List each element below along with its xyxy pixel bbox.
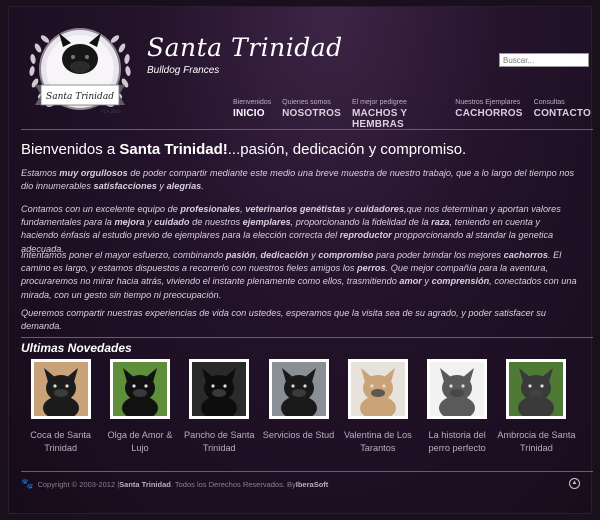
novedad-caption[interactable]: Pancho de Santa Trinidad — [180, 429, 259, 454]
bulldog-photo — [192, 362, 247, 416]
novedad-thumbnail[interactable] — [427, 359, 488, 419]
novedad-caption[interactable]: Servicios de Stud — [259, 429, 338, 442]
bulldog-photo — [350, 362, 405, 416]
bulldog-photo — [271, 362, 326, 416]
nav-item-contacto[interactable]: Consultas CONTACTO — [534, 99, 591, 130]
novedad-item[interactable]: La historia del perro perfecto — [417, 359, 496, 454]
nav-item-machos-y-hembras[interactable]: El mejor pedigree MACHOS Y HEMBRAS — [352, 99, 444, 130]
page-container: Santa Trinidad FCA 2003 Santa Trinidad B… — [8, 6, 593, 514]
novedad-item[interactable]: Ambrocia de Santa Trinidad — [497, 359, 576, 454]
nav-item-label: MACHOS Y HEMBRAS — [351, 108, 408, 130]
welcome-suffix: ...pasión, dedicación y compromiso. — [227, 141, 467, 158]
novedades-title: Ultimas Novedades — [21, 341, 132, 355]
nav-item-label: INICIO — [233, 108, 265, 119]
paw-icon: 🐾 — [21, 479, 34, 490]
novedad-thumbnail[interactable] — [268, 359, 329, 419]
nav-item-cachorros[interactable]: Nuestros Ejemplares CACHORROS — [455, 99, 522, 130]
novedad-caption[interactable]: Ambrocia de Santa Trinidad — [497, 429, 576, 454]
nav-item-caption: El mejor pedigree — [351, 99, 407, 106]
novedad-item[interactable]: Coca de Santa Trinidad — [21, 359, 100, 454]
novedad-thumbnail[interactable] — [189, 359, 250, 419]
logo-est: FCA 2003 — [101, 109, 121, 114]
footer-divider — [21, 471, 593, 472]
novedades-gallery: Coca de Santa Trinidad Olga de Amor & Luj… — [21, 359, 591, 454]
novedad-thumbnail[interactable] — [347, 359, 408, 419]
logo-emblem: Santa Trinidad FCA 2003 — [29, 28, 131, 114]
intro-paragraph-3: Intentamos poner el mayor esfuerzo, comb… — [21, 250, 577, 300]
main-nav: Bienvenidos INICIO Quienes somos NOSOTRO… — [233, 99, 591, 130]
nav-item-label: CACHORROS — [455, 108, 523, 119]
nav-item-caption: Quienes somos — [282, 99, 331, 106]
bulldog-photo — [509, 362, 564, 416]
arrow-up-icon[interactable]: ▲ — [569, 478, 580, 489]
intro-paragraph-1: Estamos muy orgullosos de poder comparti… — [21, 168, 575, 192]
novedad-caption[interactable]: Valentina de Los Tarantos — [338, 429, 417, 454]
site-title: Santa Trinidad — [147, 33, 343, 62]
footer-developer[interactable]: IberaSoft — [296, 480, 329, 489]
novedad-caption[interactable]: Coca de Santa Trinidad — [21, 429, 100, 454]
footer-rights: . Todos los Derechos Reservados. By — [170, 480, 296, 489]
bulldog-photo — [430, 362, 485, 416]
site-subtitle: Bulldog Frances — [147, 65, 220, 76]
intro-paragraph-2: Contamos con un excelente equipo de prof… — [21, 204, 561, 254]
welcome-brand: Santa Trinidad! — [119, 141, 228, 158]
nav-item-inicio[interactable]: Bienvenidos INICIO — [233, 99, 271, 130]
novedad-thumbnail[interactable] — [30, 359, 91, 419]
footer-copyright: Copyright © 2003-2012 | — [37, 480, 120, 489]
intro-paragraph-4: Queremos compartir nuestras experiencias… — [21, 308, 546, 332]
welcome-prefix: Bienvenidos a — [21, 141, 120, 158]
nav-item-caption: Bienvenidos — [233, 99, 272, 106]
novedad-item[interactable]: Olga de Amor & Lujo — [100, 359, 179, 454]
site-logo[interactable]: Santa Trinidad FCA 2003 — [21, 21, 139, 121]
content-divider — [21, 337, 593, 338]
nav-item-caption: Nuestros Ejemplares — [455, 99, 521, 106]
bulldog-photo — [112, 362, 167, 416]
novedad-thumbnail[interactable] — [109, 359, 170, 419]
novedad-caption[interactable]: La historia del perro perfecto — [417, 429, 496, 454]
nav-item-nosotros[interactable]: Quienes somos NOSOTROS — [282, 99, 341, 130]
novedad-item[interactable]: Valentina de Los Tarantos — [338, 359, 417, 454]
novedad-item[interactable]: Servicios de Stud — [259, 359, 338, 454]
footer-brand[interactable]: Santa Trinidad — [119, 480, 171, 489]
novedad-caption[interactable]: Olga de Amor & Lujo — [100, 429, 179, 454]
novedad-item[interactable]: Pancho de Santa Trinidad — [180, 359, 259, 454]
nav-item-label: CONTACTO — [533, 108, 591, 119]
nav-item-label: NOSOTROS — [282, 108, 341, 119]
logo-text: Santa Trinidad — [46, 92, 114, 102]
welcome-heading: Bienvenidos a Santa Trinidad!...pasión, … — [21, 141, 466, 158]
search-input[interactable] — [499, 53, 589, 67]
footer: 🐾 Copyright © 2003-2012 | Santa Trinidad… — [21, 479, 328, 490]
header-divider — [21, 129, 593, 130]
novedad-thumbnail[interactable] — [506, 359, 567, 419]
bulldog-photo — [33, 362, 88, 416]
nav-item-caption: Consultas — [533, 99, 565, 106]
